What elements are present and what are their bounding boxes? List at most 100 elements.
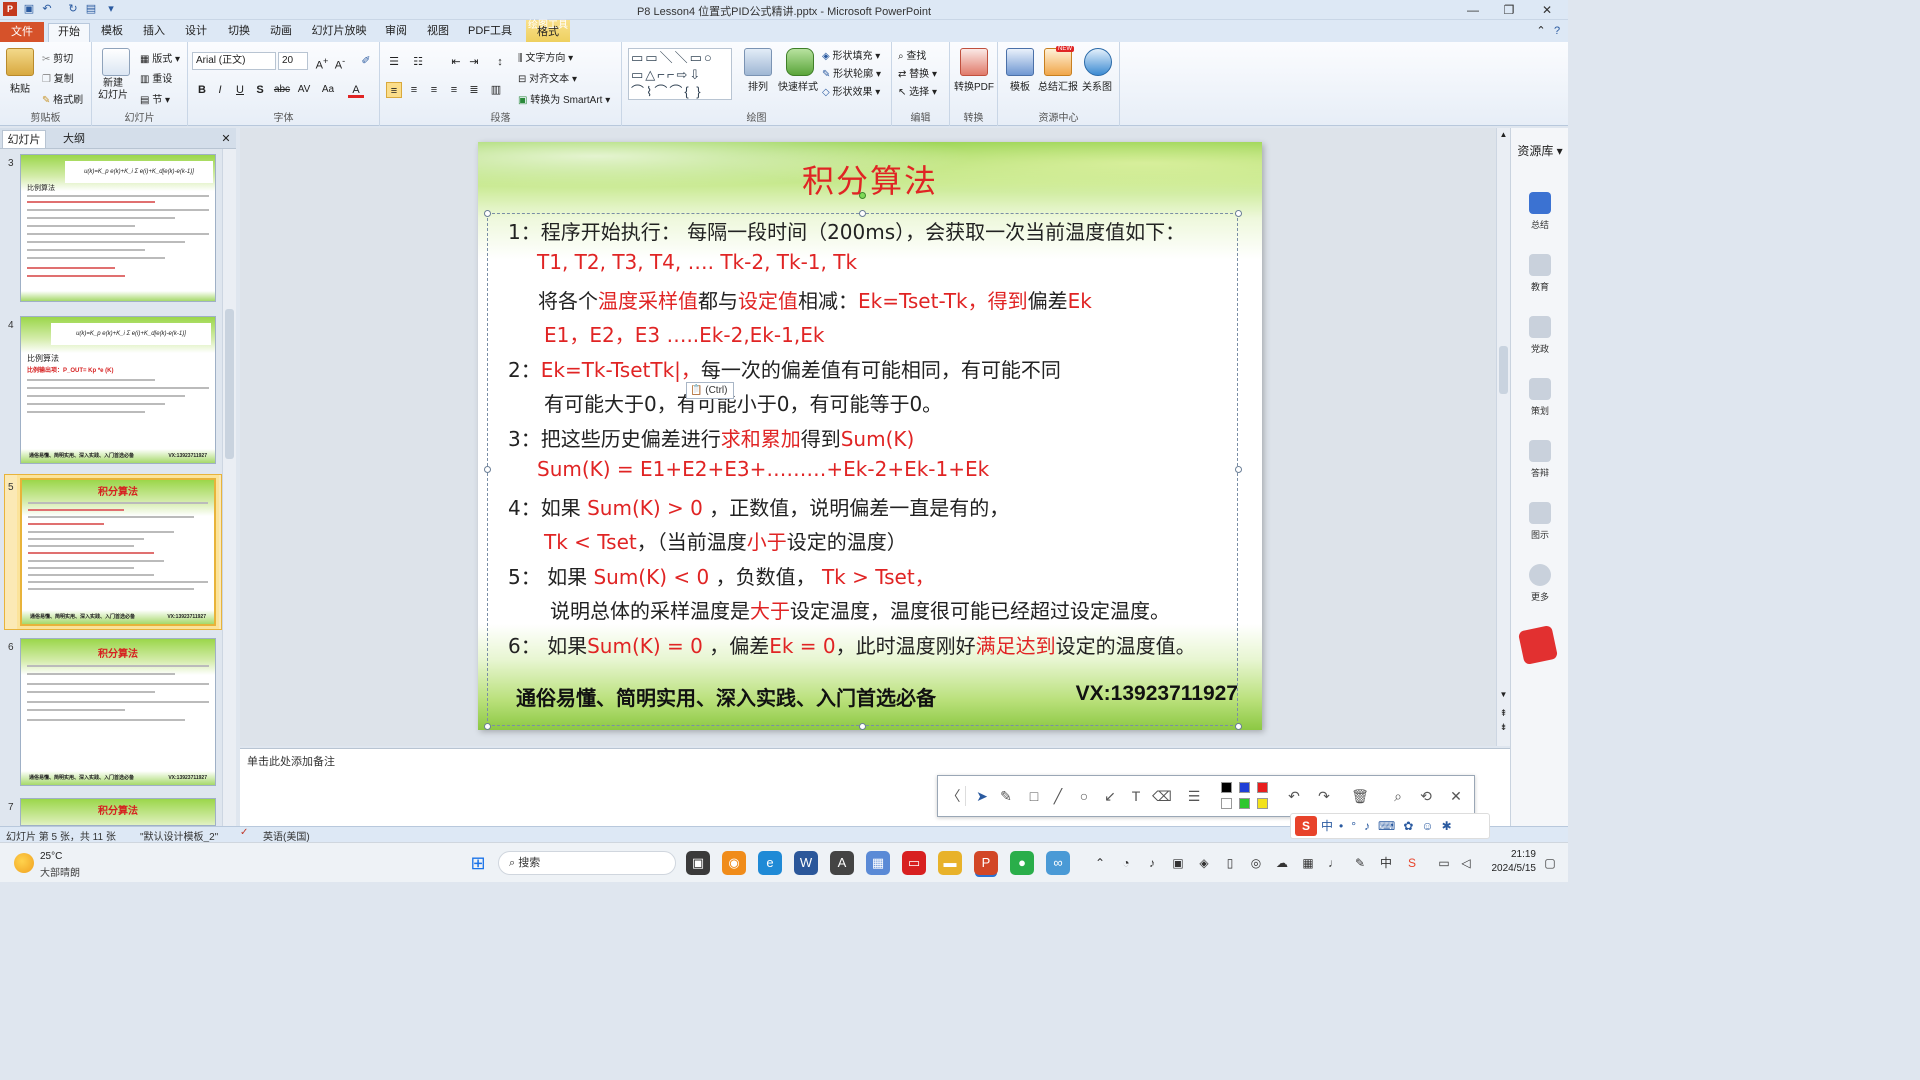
line-width-icon[interactable]: ☰ xyxy=(1184,786,1204,806)
clear-format-icon[interactable]: ✐ xyxy=(358,53,374,69)
find-button[interactable]: ⌕ 查找 xyxy=(898,47,926,62)
color-swatch-blue[interactable] xyxy=(1239,782,1250,793)
clock-date[interactable]: 2024/5/15 xyxy=(1478,863,1537,874)
decrease-indent-icon[interactable]: ⇤ xyxy=(448,54,464,70)
tab-animations[interactable]: 动画 xyxy=(263,23,299,42)
theme-name[interactable]: "默认设计模板_2" xyxy=(140,828,218,843)
resize-handle[interactable] xyxy=(1235,723,1242,730)
redo-ink-icon[interactable]: ↷ xyxy=(1314,786,1334,806)
illustrator-icon[interactable]: A xyxy=(830,851,854,875)
minimize-button[interactable]: — xyxy=(1456,0,1490,20)
copy-button[interactable]: ❐ 复制 xyxy=(42,70,74,85)
task-view-icon[interactable]: ▣ xyxy=(686,851,710,875)
italic-button[interactable]: I xyxy=(212,82,228,98)
align-text-button[interactable]: ⊟ 对齐文本 ▾ xyxy=(518,70,577,85)
resource-item-party[interactable]: 党政 xyxy=(1511,316,1569,355)
paste-button[interactable]: 粘贴 xyxy=(10,80,30,95)
template-button[interactable]: 模板 xyxy=(1010,78,1030,93)
weather-desc[interactable]: 大部晴朗 xyxy=(40,864,80,879)
strikethrough-button[interactable]: abc xyxy=(272,82,292,98)
color-swatch-black[interactable] xyxy=(1221,782,1232,793)
sogou-tray-icon[interactable]: S xyxy=(1404,855,1420,871)
windows-start-icon[interactable]: ⊞ xyxy=(466,851,490,875)
font-color-button[interactable]: A xyxy=(348,82,364,98)
ime-mode[interactable]: 中 xyxy=(1321,819,1333,833)
tab-template[interactable]: 模板 xyxy=(94,23,130,42)
underline-button[interactable]: U xyxy=(232,82,248,98)
distributed-icon[interactable]: ≣ xyxy=(466,82,482,98)
resize-handle[interactable] xyxy=(484,723,491,730)
video-app-icon[interactable]: ▭ xyxy=(902,851,926,875)
pen-tray-icon[interactable]: ✎ xyxy=(1352,855,1368,871)
text-tool-icon[interactable]: T xyxy=(1126,786,1146,806)
slides-panel-scrollbar[interactable] xyxy=(222,149,236,826)
quick-styles-button[interactable]: 快速样式 xyxy=(778,78,818,93)
columns-icon[interactable]: ▥ xyxy=(488,82,504,98)
arrange-icon[interactable] xyxy=(744,48,772,76)
taskbar-search[interactable]: ⌕ 搜索 xyxy=(498,851,676,875)
change-case-button[interactable]: Aa xyxy=(318,82,338,98)
replace-button[interactable]: ⇄ 替换 ▾ xyxy=(898,65,937,80)
resource-item-education[interactable]: 教育 xyxy=(1511,254,1569,293)
close-button[interactable]: ✕ xyxy=(1530,0,1564,20)
relation-diagram-icon[interactable] xyxy=(1084,48,1112,76)
chat-app-icon[interactable]: ◉ xyxy=(722,851,746,875)
tab-insert[interactable]: 插入 xyxy=(136,23,172,42)
ime-tool-icons[interactable]: •°♪⌨✿☺✱ xyxy=(1339,819,1460,833)
tray-app-icon[interactable]: ▣ xyxy=(1170,855,1186,871)
rectangle-tool-icon[interactable]: □ xyxy=(1024,786,1044,806)
paste-options-tag[interactable]: 📋 (Ctrl) xyxy=(686,382,734,399)
tray-overflow-icon[interactable]: ⌃ xyxy=(1092,855,1108,871)
arrange-button[interactable]: 排列 xyxy=(748,78,768,93)
paste-icon[interactable] xyxy=(6,48,34,76)
notes-placeholder[interactable]: 单击此处添加备注 xyxy=(247,753,335,769)
sogou-ime-icon[interactable]: S xyxy=(1295,816,1317,836)
increase-indent-icon[interactable]: ⇥ xyxy=(466,54,482,70)
numbering-icon[interactable]: ☷ xyxy=(410,54,426,70)
color-swatch-white[interactable] xyxy=(1221,798,1232,809)
volume-tray-icon[interactable]: ♪ xyxy=(1144,855,1160,871)
sync-app-icon[interactable]: ∞ xyxy=(1046,851,1070,875)
word-icon[interactable]: W xyxy=(794,851,818,875)
collapse-toolbar-icon[interactable]: 〈 xyxy=(942,786,966,806)
red-envelope-icon[interactable] xyxy=(1517,624,1559,666)
slide-thumbnail-5[interactable]: 积分算法 通俗易懂、简明实用、深入实践、入门首选必备 VX:13923711927 xyxy=(20,478,216,626)
slide-thumbnail-3[interactable]: u(k)=K_p e(k)+K_i Σ e(i)+K_d[e(k)-e(k-1)… xyxy=(20,154,216,302)
clock-time[interactable]: 21:19 xyxy=(1486,849,1536,860)
eraser-tool-icon[interactable]: ⌫ xyxy=(1152,786,1172,806)
align-right-icon[interactable]: ≡ xyxy=(426,82,442,98)
wechat-icon[interactable]: ● xyxy=(1010,851,1034,875)
textbox-selection-frame[interactable] xyxy=(487,213,1238,726)
weather-temp[interactable]: 25°C xyxy=(40,851,62,862)
char-spacing-button[interactable]: AV xyxy=(294,82,314,98)
slide-thumbnail-7[interactable]: 积分算法 xyxy=(20,798,216,826)
pointer-tool-icon[interactable]: ➤ xyxy=(972,786,992,806)
resource-item-diagram[interactable]: 图示 xyxy=(1511,502,1569,541)
bold-button[interactable]: B xyxy=(194,82,210,98)
ribbon-minimize-icon[interactable]: ⌃ xyxy=(1534,23,1548,42)
microphone-tray-icon[interactable]: ♩ xyxy=(1326,855,1342,871)
resource-item-summary[interactable]: 总结 xyxy=(1511,192,1569,231)
align-center-icon[interactable]: ≡ xyxy=(406,82,422,98)
slide-thumbnail-6[interactable]: 积分算法 通俗易懂、简明实用、深入实践、入门首选必备 VX:13923711927 xyxy=(20,638,216,786)
layout-button[interactable]: ▦ 版式 ▾ xyxy=(140,50,180,65)
shapes-gallery[interactable]: ▭▭＼＼▭○ ▭△⌐⌐⇨⇩ ⌒⌇⌒⌒{ } xyxy=(628,48,732,100)
tab-slideshow[interactable]: 幻灯片放映 xyxy=(307,23,371,42)
scroll-down-icon[interactable]: ▼ xyxy=(1497,690,1510,699)
tray-app-icon[interactable]: ◎ xyxy=(1248,855,1264,871)
network-tray-icon[interactable]: ▭ xyxy=(1436,855,1452,871)
tab-outline[interactable]: 大纲 xyxy=(52,130,96,148)
template-icon[interactable] xyxy=(1006,48,1034,76)
resize-handle[interactable] xyxy=(484,210,491,217)
tab-format[interactable]: 格式 xyxy=(528,24,568,43)
select-button[interactable]: ↖ 选择 ▾ xyxy=(898,83,937,98)
prev-slide-icon[interactable]: ⇞ xyxy=(1497,708,1510,719)
font-name-combo[interactable]: Arial (正文) xyxy=(192,52,276,70)
tab-view[interactable]: 视图 xyxy=(420,23,456,42)
slide-thumbnail-4[interactable]: u(k)=K_p e(k)+K_i Σ e(i)+K_d[e(k)-e(k-1)… xyxy=(20,316,216,464)
file-explorer-icon[interactable]: ▬ xyxy=(938,851,962,875)
language-indicator[interactable]: 英语(美国) xyxy=(263,828,310,843)
maximize-button[interactable]: ❐ xyxy=(1492,0,1526,20)
speaker-tray-icon[interactable]: ◁ xyxy=(1458,855,1474,871)
shape-effects-button[interactable]: ◇ 形状效果 ▾ xyxy=(822,83,880,98)
